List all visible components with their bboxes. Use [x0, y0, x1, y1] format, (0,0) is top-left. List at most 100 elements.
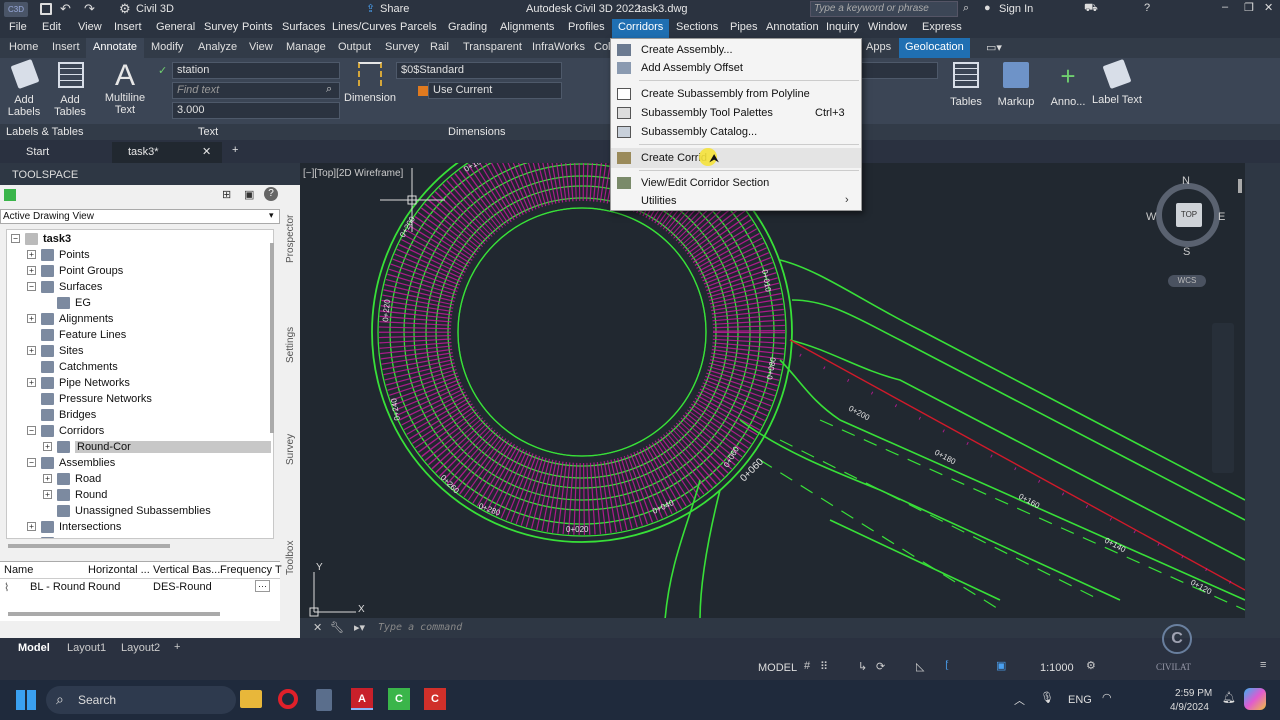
close-cmd-icon[interactable]: ✕: [313, 621, 322, 634]
workspace-name[interactable]: Civil 3D: [136, 3, 174, 15]
panel-labels-tables[interactable]: Labels & Tables: [6, 126, 83, 138]
menu-inquiry[interactable]: Inquiry: [826, 21, 859, 33]
menu-profiles[interactable]: Profiles: [568, 21, 605, 33]
tree-expander[interactable]: +: [27, 266, 36, 275]
col-vertical[interactable]: Vertical Bas...: [153, 564, 220, 576]
menu-pipes[interactable]: Pipes: [730, 21, 758, 33]
menu-item-create-corridor[interactable]: Create Corrid ⮝: [611, 148, 861, 168]
cart-icon[interactable]: ⛟: [1084, 2, 1098, 16]
tree-expander[interactable]: +: [27, 522, 36, 531]
search-box[interactable]: Type a keyword or phrase: [810, 1, 958, 17]
menu-insert[interactable]: Insert: [114, 21, 142, 33]
menu-edit[interactable]: Edit: [42, 21, 61, 33]
tree-vscroll[interactable]: [270, 243, 274, 433]
restore-icon[interactable]: ❐: [1244, 1, 1254, 14]
view-select[interactable]: Active Drawing View ▾: [0, 209, 280, 224]
tree-item[interactable]: Assemblies: [59, 457, 115, 469]
multiline-text-button[interactable]: A Multiline Text: [100, 60, 150, 117]
table-row[interactable]: ⌇ BL - Round Round DES-Round ···: [0, 579, 280, 595]
wrench-icon[interactable]: 🔧︎: [330, 621, 344, 634]
tree-item[interactable]: Sites: [59, 345, 83, 357]
grid-icon[interactable]: #: [804, 660, 810, 672]
add-tables-button[interactable]: Add Tables: [52, 62, 90, 118]
copilot-icon[interactable]: [1244, 688, 1266, 710]
tab-home[interactable]: Home: [9, 41, 38, 53]
tree-expander[interactable]: −: [27, 426, 36, 435]
menu-item-add-assembly-offset[interactable]: Add Assembly Offset: [611, 59, 861, 77]
col-horizontal[interactable]: Horizontal ...: [88, 564, 150, 576]
file-explorer-icon[interactable]: [240, 690, 262, 708]
menu-general[interactable]: General: [156, 21, 195, 33]
opera-icon[interactable]: [278, 689, 298, 709]
calculator-icon[interactable]: [316, 689, 332, 711]
menu-item-create-assembly[interactable]: Create Assembly...: [611, 41, 861, 59]
find-text-input[interactable]: Find text: [172, 82, 340, 99]
tree-item[interactable]: Road: [75, 473, 101, 485]
canvas-vscroll[interactable]: [1238, 179, 1242, 193]
item-view-icon[interactable]: ⊞: [222, 188, 231, 201]
tree-expander[interactable]: +: [27, 314, 36, 323]
right-toolbar[interactable]: [1245, 163, 1280, 638]
find-icon[interactable]: ⌕: [326, 83, 332, 96]
cmd-history-icon[interactable]: ▸▾: [354, 621, 365, 634]
tree-item[interactable]: Point Groups: [59, 265, 123, 277]
annotation-style-select[interactable]: [860, 62, 938, 79]
panel-text[interactable]: Text: [198, 126, 218, 138]
wifi-icon[interactable]: ◠: [1102, 691, 1112, 704]
toolspace-icon[interactable]: [4, 189, 16, 201]
tree-expander[interactable]: −: [11, 234, 20, 243]
menu-view[interactable]: View: [78, 21, 102, 33]
tab-annotate[interactable]: Annotate: [86, 38, 145, 58]
menu-item-create-subassembly-from-polyline[interactable]: Create Subassembly from Polyline: [611, 85, 861, 103]
ortho-icon[interactable]: ↳: [858, 660, 867, 673]
tree-item[interactable]: Corridors: [59, 425, 104, 437]
tree-item[interactable]: Round: [75, 489, 107, 501]
viewcube-top-face[interactable]: TOP: [1176, 203, 1202, 227]
tree-expander[interactable]: +: [43, 490, 52, 499]
ellipsis-button[interactable]: ···: [255, 580, 270, 592]
tab-model[interactable]: Model: [18, 642, 50, 654]
viewcube-e[interactable]: E: [1218, 211, 1225, 223]
tab-transparent[interactable]: Transparent: [463, 41, 522, 53]
tree-item[interactable]: Alignments: [59, 313, 113, 325]
customize-icon[interactable]: ≡: [1260, 659, 1266, 671]
panel-icon[interactable]: ▣: [244, 188, 254, 201]
add-layout-icon[interactable]: +: [174, 641, 180, 653]
workspace-gear-icon[interactable]: ⚙: [119, 1, 131, 17]
user-icon[interactable]: ●: [984, 2, 991, 14]
tree-expander[interactable]: +: [27, 378, 36, 387]
save-icon[interactable]: [40, 3, 52, 15]
osnap-icon[interactable]: ◺: [916, 660, 924, 673]
text-height-select[interactable]: 3.000: [172, 102, 340, 119]
menu-item-utilities[interactable]: Utilities ›: [611, 192, 861, 210]
start-tab[interactable]: Start: [26, 146, 49, 158]
tab-output[interactable]: Output: [338, 41, 371, 53]
tab-view[interactable]: View: [249, 41, 273, 53]
tree-hscroll[interactable]: [8, 544, 170, 548]
tree-item[interactable]: Survey: [59, 537, 93, 538]
tab-geolocation[interactable]: Geolocation: [899, 38, 970, 58]
notification-bell-icon[interactable]: 🔔︎: [1222, 691, 1236, 704]
new-tab-icon[interactable]: +: [232, 144, 238, 156]
menu-survey[interactable]: Survey: [204, 21, 238, 33]
side-tab-survey[interactable]: Survey: [285, 434, 296, 465]
tab-col[interactable]: Col: [594, 41, 611, 53]
menu-annotation[interactable]: Annotation: [766, 21, 819, 33]
tree-expander[interactable]: +: [43, 442, 52, 451]
tree-item[interactable]: EG: [75, 297, 91, 309]
menu-item-subassembly-tool-palettes[interactable]: Subassembly Tool Palettes Ctrl+3: [611, 104, 861, 122]
tree-item[interactable]: task3: [43, 233, 71, 245]
clock-date[interactable]: 4/9/2024: [1170, 702, 1209, 713]
text-style-select[interactable]: station: [172, 62, 340, 79]
tree-expander[interactable]: −: [27, 458, 36, 467]
tree-expander[interactable]: +: [27, 250, 36, 259]
viewcube[interactable]: TOP: [1156, 183, 1220, 247]
markup-button[interactable]: Markup: [994, 62, 1038, 108]
tree-expander[interactable]: −: [27, 282, 36, 291]
menu-points[interactable]: Points: [242, 21, 273, 33]
menu-item-subassembly-catalog[interactable]: Subassembly Catalog...: [611, 123, 861, 141]
layer-select[interactable]: Use Current: [428, 82, 562, 99]
drawing-canvas[interactable]: [−][Top][2D Wireframe] 0+180 0+200 0+220…: [300, 163, 1245, 618]
search-icon[interactable]: ⌕: [963, 2, 969, 15]
tree-item[interactable]: Intersections: [59, 521, 121, 533]
